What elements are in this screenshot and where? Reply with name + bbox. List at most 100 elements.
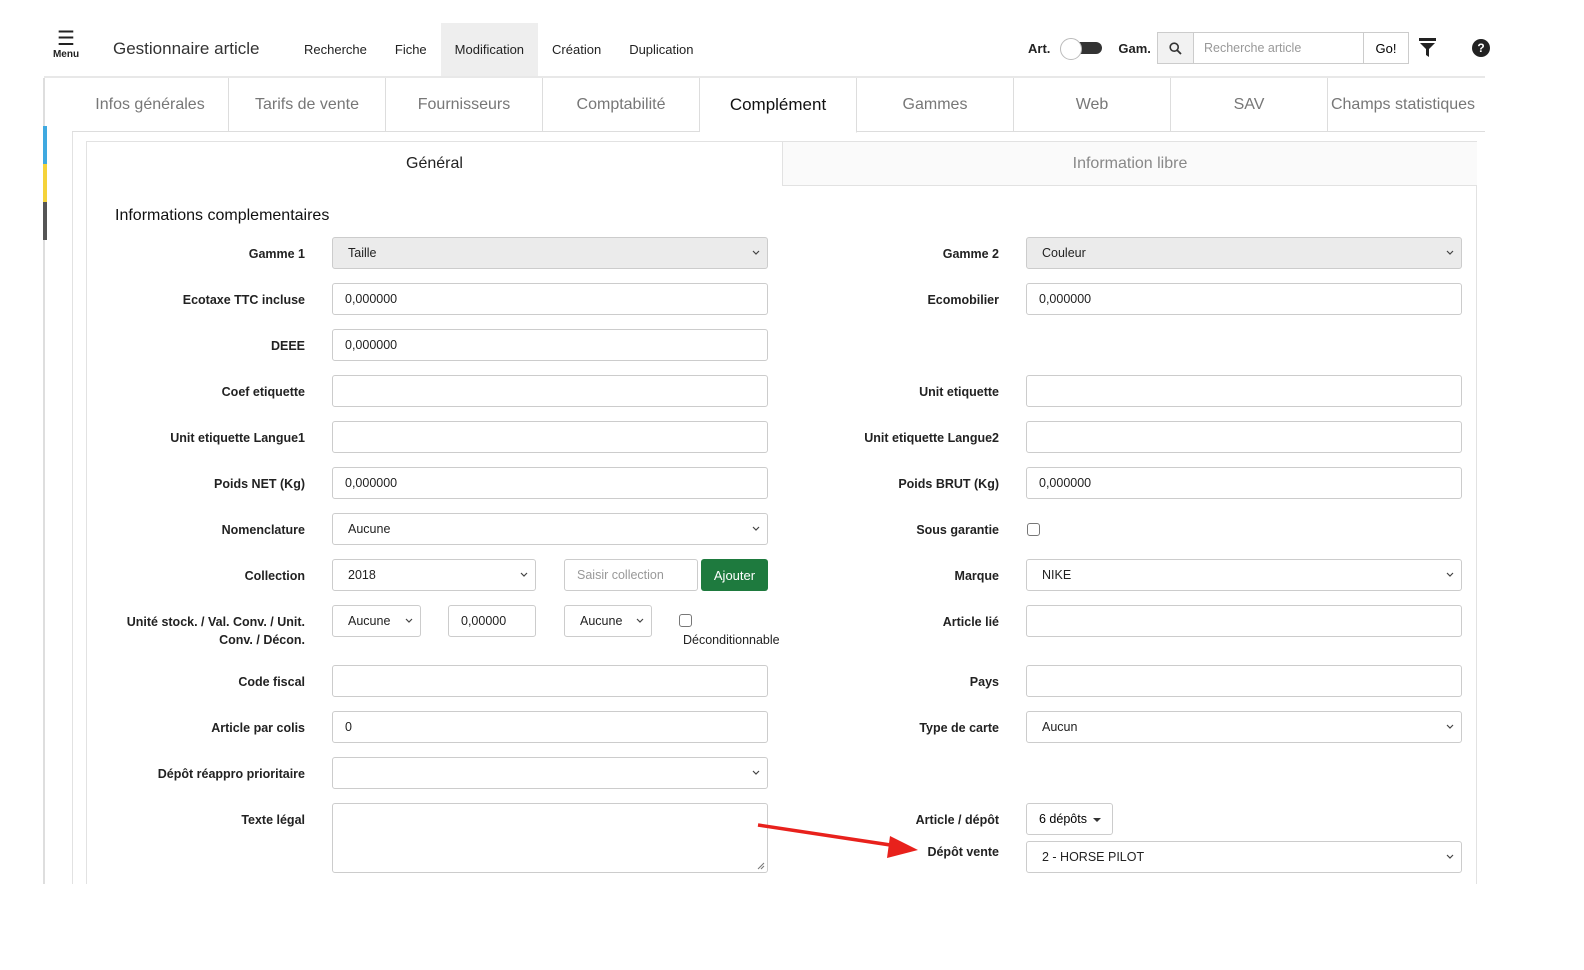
collection-input[interactable]: Saisir collection bbox=[564, 559, 698, 591]
deconditionnable-label: Déconditionnable bbox=[683, 633, 780, 647]
chevron-down-icon bbox=[1446, 250, 1454, 255]
label-ecotaxe: Ecotaxe TTC incluse bbox=[182, 293, 305, 307]
chevron-down-icon bbox=[405, 618, 413, 623]
label-unit-langue2: Unit etiquette Langue2 bbox=[864, 431, 999, 445]
help-icon[interactable]: ? bbox=[1472, 39, 1490, 57]
app-title: Gestionnaire article bbox=[113, 39, 260, 58]
article-lie-input[interactable] bbox=[1026, 605, 1462, 637]
depots-dropdown-button[interactable]: 6 dépôts bbox=[1026, 803, 1113, 835]
subtab-general[interactable]: Général bbox=[87, 142, 782, 186]
label-coef-etiquette: Coef etiquette bbox=[221, 385, 305, 399]
gutter-accent-dark bbox=[43, 202, 47, 240]
type-carte-select[interactable]: Aucun bbox=[1026, 711, 1462, 743]
unit-langue2-input[interactable] bbox=[1026, 421, 1462, 453]
label-collection: Collection bbox=[244, 569, 305, 583]
top-nav: Recherche Fiche Modification Création Du… bbox=[290, 23, 708, 76]
go-button[interactable]: Go! bbox=[1364, 32, 1409, 64]
label-poids-net: Poids NET (Kg) bbox=[214, 477, 305, 491]
nav-fiche[interactable]: Fiche bbox=[381, 23, 441, 76]
ecotaxe-input[interactable]: 0,000000 bbox=[332, 283, 768, 315]
label-sous-garantie: Sous garantie bbox=[916, 523, 999, 537]
top-bar: ☰ Menu Gestionnaire article Recherche Fi… bbox=[0, 20, 1500, 76]
label-code-fiscal: Code fiscal bbox=[238, 675, 305, 689]
nav-recherche[interactable]: Recherche bbox=[290, 23, 381, 76]
depot-vente-select[interactable]: 2 - HORSE PILOT bbox=[1026, 841, 1462, 873]
menu-label: Menu bbox=[52, 49, 80, 60]
tab-complement[interactable]: Complément bbox=[700, 78, 857, 133]
collection-select[interactable]: 2018 bbox=[332, 559, 536, 591]
label-nomenclature: Nomenclature bbox=[221, 523, 305, 537]
chevron-down-icon bbox=[1446, 854, 1454, 859]
filter-icon[interactable] bbox=[1419, 38, 1436, 63]
tab-sav[interactable]: SAV bbox=[1171, 78, 1328, 132]
label-poids-brut: Poids BRUT (Kg) bbox=[898, 477, 999, 491]
hamburger-icon: ☰ bbox=[57, 28, 75, 50]
ecomobilier-input[interactable]: 0,000000 bbox=[1026, 283, 1462, 315]
nav-modification[interactable]: Modification bbox=[440, 23, 539, 76]
subtab-information-libre[interactable]: Information libre bbox=[782, 142, 1477, 186]
sous-garantie-checkbox[interactable] bbox=[1027, 523, 1040, 536]
main-tabs: Infos générales Tarifs de vente Fourniss… bbox=[72, 78, 1485, 133]
chevron-down-icon bbox=[752, 526, 760, 531]
nav-creation[interactable]: Création bbox=[538, 23, 615, 76]
annotation-arrow-icon bbox=[757, 823, 918, 858]
poids-brut-input[interactable]: 0,000000 bbox=[1026, 467, 1462, 499]
label-article-colis: Article par colis bbox=[211, 721, 305, 735]
label-pays: Pays bbox=[969, 675, 999, 689]
label-article-lie: Article lié bbox=[942, 615, 999, 629]
label-gamme2: Gamme 2 bbox=[942, 247, 999, 261]
tab-web[interactable]: Web bbox=[1014, 78, 1171, 132]
tab-gammes[interactable]: Gammes bbox=[857, 78, 1014, 132]
pays-input[interactable] bbox=[1026, 665, 1462, 697]
chevron-down-icon bbox=[752, 250, 760, 255]
article-colis-input[interactable]: 0 bbox=[332, 711, 768, 743]
chevron-down-icon bbox=[1446, 572, 1454, 577]
tab-comptabilite[interactable]: Comptabilité bbox=[543, 78, 700, 132]
label-unit-etiquette: Unit etiquette bbox=[919, 385, 999, 399]
unit-langue1-input[interactable] bbox=[332, 421, 768, 453]
label-unite-stock-line1: Unité stock. / Val. Conv. / Unit. bbox=[126, 615, 305, 629]
nav-duplication[interactable]: Duplication bbox=[615, 23, 707, 76]
marque-select[interactable]: NIKE bbox=[1026, 559, 1462, 591]
unite-stock-select[interactable]: Aucune bbox=[332, 605, 421, 637]
sub-tabs: Général Information libre bbox=[87, 142, 1477, 186]
search-input[interactable] bbox=[1194, 32, 1364, 64]
label-marque: Marque bbox=[954, 569, 999, 583]
tab-tarifs-de-vente[interactable]: Tarifs de vente bbox=[229, 78, 386, 132]
chevron-down-icon bbox=[520, 572, 528, 577]
deconditionnable-checkbox[interactable] bbox=[679, 614, 692, 627]
label-gamme1: Gamme 1 bbox=[248, 247, 305, 261]
mode-toggle[interactable] bbox=[1060, 38, 1104, 60]
gutter-accent-yellow bbox=[43, 164, 47, 202]
tab-fournisseurs[interactable]: Fournisseurs bbox=[386, 78, 543, 132]
coef-etiquette-input[interactable] bbox=[332, 375, 768, 407]
label-unite-stock-line2: Conv. / Décon. bbox=[219, 633, 305, 647]
nomenclature-select[interactable]: Aucune bbox=[332, 513, 768, 545]
label-unit-langue1: Unit etiquette Langue1 bbox=[170, 431, 305, 445]
poids-net-input[interactable]: 0,000000 bbox=[332, 467, 768, 499]
val-conv-input[interactable]: 0,00000 bbox=[448, 605, 536, 637]
toggle-label-gam: Gam. bbox=[1118, 40, 1151, 56]
label-type-carte: Type de carte bbox=[919, 721, 999, 735]
section-title: Informations complementaires bbox=[115, 207, 330, 224]
content-frame-left bbox=[72, 132, 73, 884]
label-unite-stock: Unité stock. / Val. Conv. / Unit. Conv. … bbox=[85, 613, 305, 649]
gutter-accent-blue bbox=[43, 126, 47, 164]
gamme2-select[interactable]: Couleur bbox=[1026, 237, 1462, 269]
chevron-down-icon bbox=[752, 770, 760, 775]
search-icon bbox=[1157, 32, 1194, 64]
unit-etiquette-input[interactable] bbox=[1026, 375, 1462, 407]
unite-conv-select[interactable]: Aucune bbox=[564, 605, 652, 637]
label-ecomobilier: Ecomobilier bbox=[927, 293, 999, 307]
article-gamme-switch: Art. Gam. bbox=[1028, 38, 1151, 60]
deee-input[interactable]: 0,000000 bbox=[332, 329, 768, 361]
gamme1-select[interactable]: Taille bbox=[332, 237, 768, 269]
tab-infos-generales[interactable]: Infos générales bbox=[72, 78, 229, 132]
menu-button[interactable]: ☰ Menu bbox=[48, 28, 84, 60]
code-fiscal-input[interactable] bbox=[332, 665, 768, 697]
search-group: Go! bbox=[1157, 32, 1409, 64]
tab-champs-statistiques[interactable]: Champs statistiques bbox=[1328, 78, 1478, 132]
add-collection-button[interactable]: Ajouter bbox=[701, 559, 768, 591]
texte-legal-textarea[interactable] bbox=[332, 803, 768, 873]
depot-reappro-select[interactable] bbox=[332, 757, 768, 789]
